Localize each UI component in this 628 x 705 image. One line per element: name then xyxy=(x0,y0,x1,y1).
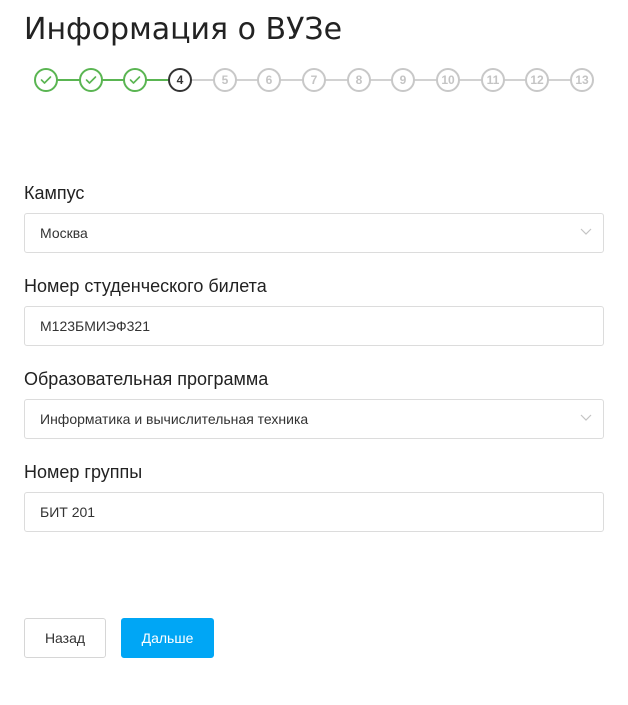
campus-label: Кампус xyxy=(24,183,85,203)
step-12: 12 xyxy=(525,68,549,92)
step-number: 5 xyxy=(221,73,229,87)
step-9: 9 xyxy=(391,68,415,92)
step-13: 13 xyxy=(570,68,594,92)
step-number: 13 xyxy=(575,73,589,87)
step-5: 5 xyxy=(213,68,237,92)
step-7: 7 xyxy=(302,68,326,92)
step-number: 7 xyxy=(310,73,318,87)
program-select-value: Информатика и вычислительная техника xyxy=(40,411,309,427)
step-2 xyxy=(79,68,103,92)
page: Информация о ВУЗе 4 5 6 7 8 9 10 11 12 13 Кампус … xyxy=(0,0,628,705)
program-label: Образовательная программа xyxy=(24,369,269,389)
step-1 xyxy=(34,68,58,92)
step-4: 4 xyxy=(168,68,192,92)
group-label: Номер группы xyxy=(24,462,143,482)
step-number: 10 xyxy=(441,73,455,87)
campus-select-value: Москва xyxy=(40,225,88,241)
step-3 xyxy=(123,68,147,92)
stepper-track-completed xyxy=(46,79,180,81)
check-icon xyxy=(40,76,52,84)
step-number: 12 xyxy=(530,73,544,87)
student-id-input-value: М123БМИЭФ321 xyxy=(40,318,150,334)
check-icon xyxy=(129,76,141,84)
step-number: 11 xyxy=(486,73,500,87)
group-input[interactable]: БИТ 201 xyxy=(24,492,604,532)
step-number: 6 xyxy=(265,73,273,87)
next-button[interactable]: Дальше xyxy=(121,618,214,658)
step-6: 6 xyxy=(257,68,281,92)
student-id-input[interactable]: М123БМИЭФ321 xyxy=(24,306,604,346)
step-number: 9 xyxy=(399,73,407,87)
step-8: 8 xyxy=(347,68,371,92)
progress-stepper: 4 5 6 7 8 9 10 11 12 13 xyxy=(34,68,594,92)
step-10: 10 xyxy=(436,68,460,92)
check-icon xyxy=(85,76,97,84)
campus-select[interactable]: Москва xyxy=(24,213,604,253)
step-number: 4 xyxy=(176,73,184,87)
group-input-value: БИТ 201 xyxy=(40,504,96,520)
step-11: 11 xyxy=(481,68,505,92)
chevron-down-icon xyxy=(580,414,592,421)
chevron-down-icon xyxy=(580,228,592,235)
back-button[interactable]: Назад xyxy=(24,618,106,658)
step-number: 8 xyxy=(355,73,363,87)
program-select[interactable]: Информатика и вычислительная техника xyxy=(24,399,604,439)
page-title: Информация о ВУЗе xyxy=(24,12,343,47)
student-id-label: Номер студенческого билета xyxy=(24,276,267,296)
